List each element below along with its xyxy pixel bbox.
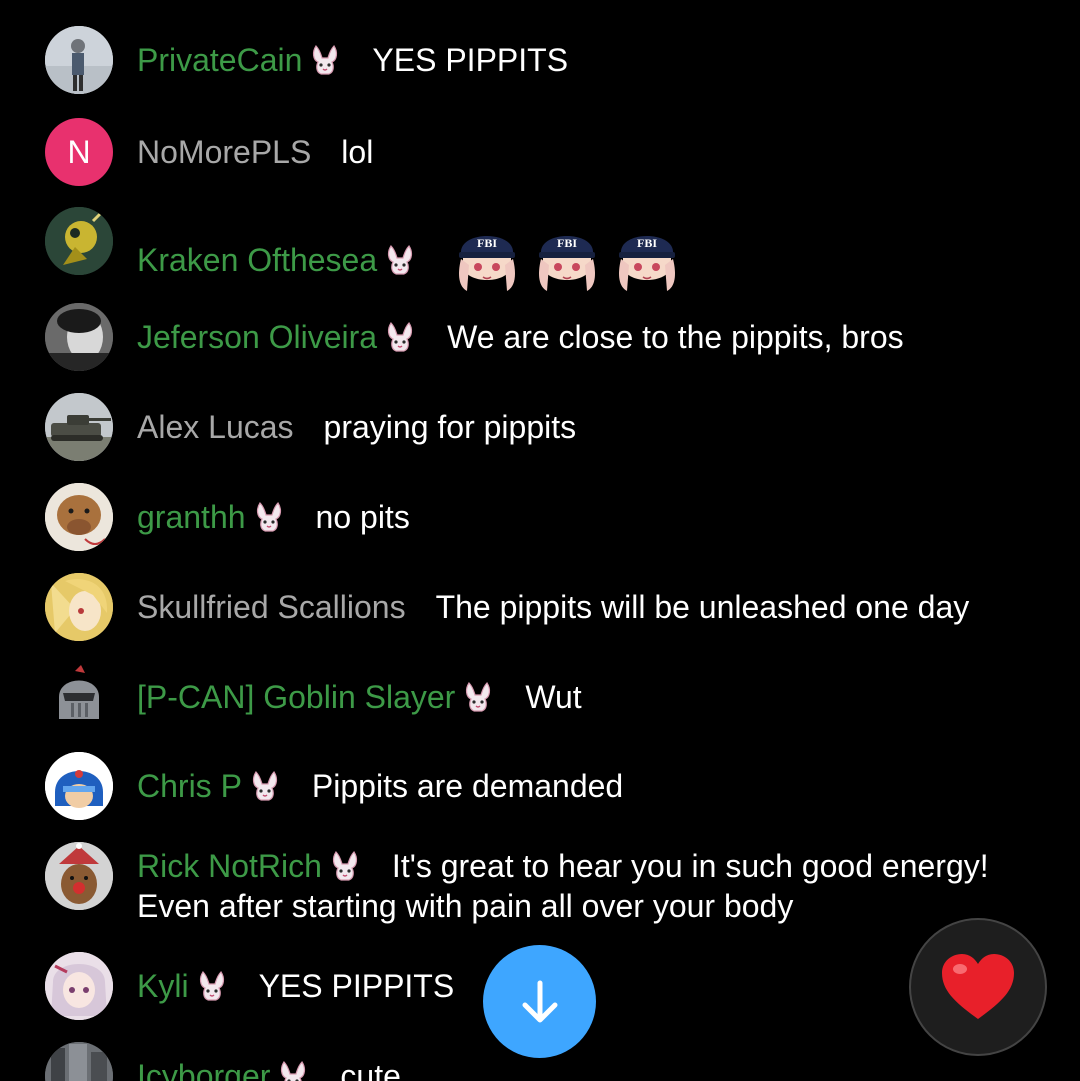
- arrow-down-icon: [522, 980, 557, 1022]
- message-text: The pippits will be unleashed one day: [435, 589, 970, 625]
- avatar-photo-icon: [45, 842, 113, 910]
- author-name[interactable]: Skullfried Scallions: [137, 589, 406, 625]
- author-name[interactable]: [P-CAN] Goblin Slayer: [137, 679, 455, 715]
- message-text: We are close to the pippits, bros: [447, 319, 904, 355]
- avatar[interactable]: [45, 842, 113, 910]
- bunny-badge-icon: [461, 681, 495, 713]
- fbi-emote-icon: FBI: [533, 225, 601, 293]
- bunny-badge-icon: [276, 1060, 310, 1081]
- message-text: cute: [340, 1058, 401, 1081]
- heart-icon: [942, 954, 1014, 1019]
- avatar[interactable]: [45, 752, 113, 820]
- heart-reaction-button[interactable]: [909, 918, 1047, 1056]
- bunny-badge-icon: [328, 850, 362, 882]
- chat-message[interactable]: Skullfried Scallions The pippits will be …: [0, 573, 1080, 641]
- author-name[interactable]: Kraken Ofthesea: [137, 242, 377, 278]
- avatar-photo-icon: [45, 573, 113, 641]
- svg-text:FBI: FBI: [637, 236, 657, 250]
- svg-text:FBI: FBI: [557, 236, 577, 250]
- message-text: YES PIPPITS: [258, 968, 455, 1004]
- avatar-photo-icon: [45, 207, 113, 275]
- avatar[interactable]: [45, 573, 113, 641]
- message-text: Wut: [525, 679, 582, 715]
- bunny-badge-icon: [383, 321, 417, 353]
- avatar[interactable]: [45, 483, 113, 551]
- message-text: YES PIPPITS: [372, 42, 569, 78]
- author-name[interactable]: Icyborger: [137, 1058, 270, 1081]
- chat-message[interactable]: granthh no pits: [0, 483, 1080, 551]
- avatar[interactable]: N: [45, 118, 113, 186]
- avatar-photo-icon: [45, 1042, 113, 1081]
- message-text: Pippits are demanded: [311, 768, 624, 804]
- avatar[interactable]: [45, 303, 113, 371]
- avatar[interactable]: [45, 26, 113, 94]
- author-name[interactable]: Kyli: [137, 968, 189, 1004]
- chat-message[interactable]: [P-CAN] Goblin Slayer Wut: [0, 663, 1080, 731]
- message-text: no pits: [315, 499, 410, 535]
- chat-message[interactable]: Alex Lucas praying for pippits: [0, 393, 1080, 461]
- message-text: lol: [341, 134, 374, 170]
- author-name[interactable]: Alex Lucas: [137, 409, 294, 445]
- avatar-photo-icon: [45, 663, 113, 731]
- chat-message[interactable]: Rick NotRich It's great to hear you in su…: [0, 842, 1080, 928]
- avatar[interactable]: [45, 207, 113, 275]
- avatar-photo-icon: [45, 303, 113, 371]
- author-name[interactable]: granthh: [137, 499, 246, 535]
- author-name[interactable]: Rick NotRich: [137, 848, 322, 884]
- chat-feed: PrivateCain YES PIPPITS N NoMorePLS lol Kr…: [0, 0, 1080, 1081]
- avatar-letter: N: [67, 133, 91, 170]
- author-name[interactable]: NoMorePLS: [137, 134, 311, 170]
- emote-group: FBI FBI FBI: [453, 225, 681, 293]
- avatar-photo-icon: [45, 393, 113, 461]
- avatar[interactable]: [45, 393, 113, 461]
- bunny-badge-icon: [248, 770, 282, 802]
- fbi-emote-icon: FBI: [453, 225, 521, 293]
- bunny-badge-icon: [383, 244, 417, 276]
- chat-message[interactable]: Kraken Ofthesea FBI FBI FBI: [0, 207, 1080, 291]
- avatar[interactable]: [45, 952, 113, 1020]
- chat-message[interactable]: Jeferson Oliveira We are close to the pip…: [0, 303, 1080, 371]
- chat-message[interactable]: Chris P Pippits are demanded: [0, 752, 1080, 820]
- message-text: praying for pippits: [323, 409, 577, 445]
- fbi-emote-icon: FBI: [613, 225, 681, 293]
- chat-message[interactable]: PrivateCain YES PIPPITS: [0, 26, 1080, 94]
- author-name[interactable]: PrivateCain: [137, 42, 302, 78]
- bunny-badge-icon: [252, 501, 286, 533]
- author-name[interactable]: Jeferson Oliveira: [137, 319, 377, 355]
- bunny-badge-icon: [308, 44, 342, 76]
- avatar[interactable]: [45, 1042, 113, 1081]
- svg-text:FBI: FBI: [477, 236, 497, 250]
- avatar-photo-icon: [45, 752, 113, 820]
- scroll-to-bottom-button[interactable]: [483, 945, 596, 1058]
- author-name[interactable]: Chris P: [137, 768, 242, 804]
- avatar[interactable]: [45, 663, 113, 731]
- bunny-badge-icon: [195, 970, 229, 1002]
- avatar-photo-icon: [45, 952, 113, 1020]
- avatar-photo-icon: [45, 483, 113, 551]
- avatar-photo-icon: [45, 26, 113, 94]
- chat-message[interactable]: N NoMorePLS lol: [0, 118, 1080, 186]
